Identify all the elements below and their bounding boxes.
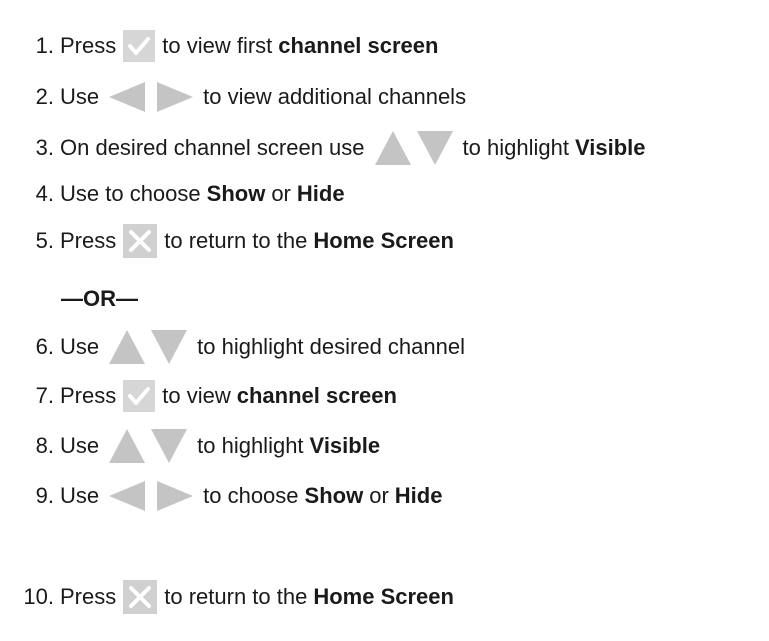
step-2: 2. Use to view additional channels (0, 79, 466, 115)
step-emphasis: channel screen (278, 33, 439, 58)
step-number: 9. (35, 483, 54, 508)
step-text: Use (60, 84, 100, 109)
step-text: or (369, 483, 389, 508)
step-text: to return to the (164, 228, 308, 253)
up-down-arrows-icon (105, 427, 191, 465)
step-text: Press (60, 383, 117, 408)
step-number: 1. (35, 33, 54, 58)
step-number: 4. (35, 181, 54, 206)
step-text: to view (162, 383, 231, 408)
step-text: to view first (162, 33, 273, 58)
step-number: 8. (35, 433, 54, 458)
step-10: 10. Press to return to the Home Screen (0, 579, 454, 615)
step-text: to view additional channels (203, 84, 467, 109)
step-5: 5. Press to return to the Home Screen (0, 223, 454, 259)
step-text: to highlight desired channel (197, 334, 465, 359)
instruction-list: 1. Press to view first channel screen 2.… (0, 0, 769, 641)
step-4: 4. Use to choose Show or Hide (0, 176, 345, 212)
step-emphasis: Home Screen (313, 228, 454, 253)
step-number: 5. (35, 228, 54, 253)
step-emphasis: channel screen (236, 383, 397, 408)
step-number: 10. (23, 584, 54, 609)
step-emphasis: Home Screen (313, 584, 454, 609)
step-number: 2. (35, 84, 54, 109)
step-8: 8. Use to highlight Visible (0, 428, 380, 464)
or-separator: —OR— (61, 286, 138, 311)
step-text: to choose (203, 483, 299, 508)
step-emphasis: Visible (309, 433, 381, 458)
up-down-arrows-icon (371, 129, 457, 167)
check-button-icon (122, 29, 156, 63)
close-button-icon (122, 223, 158, 259)
close-button-icon (122, 579, 158, 615)
step-number: 7. (35, 383, 54, 408)
step-text: to return to the (164, 584, 308, 609)
step-text: Use (60, 433, 100, 458)
step-9: 9. Use to choose Show or Hide (0, 478, 442, 514)
step-text: to highlight (462, 135, 569, 160)
step-emphasis: Hide (394, 483, 443, 508)
check-button-icon (122, 379, 156, 413)
step-emphasis: Show (206, 181, 266, 206)
step-text: On desired channel screen use (60, 135, 365, 160)
step-6: 6. Use to highlight desired channel (0, 329, 465, 365)
left-right-arrows-icon (105, 479, 197, 513)
up-down-arrows-icon (105, 328, 191, 366)
step-number: 6. (35, 334, 54, 359)
step-text: Press (60, 228, 117, 253)
left-right-arrows-icon (105, 80, 197, 114)
step-text: Use (60, 334, 100, 359)
step-number: 3. (35, 135, 54, 160)
step-emphasis: Visible (574, 135, 646, 160)
step-text: to highlight (197, 433, 304, 458)
step-text: Press (60, 584, 117, 609)
step-3: 3. On desired channel screen use to high… (0, 130, 645, 166)
step-text: Use to choose (60, 181, 201, 206)
step-7: 7. Press to view channel screen (0, 378, 397, 414)
step-emphasis: Hide (296, 181, 345, 206)
step-1: 1. Press to view first channel screen (0, 28, 438, 64)
step-text: Use (60, 483, 100, 508)
step-text: Press (60, 33, 117, 58)
step-text: or (271, 181, 291, 206)
step-emphasis: Show (304, 483, 364, 508)
